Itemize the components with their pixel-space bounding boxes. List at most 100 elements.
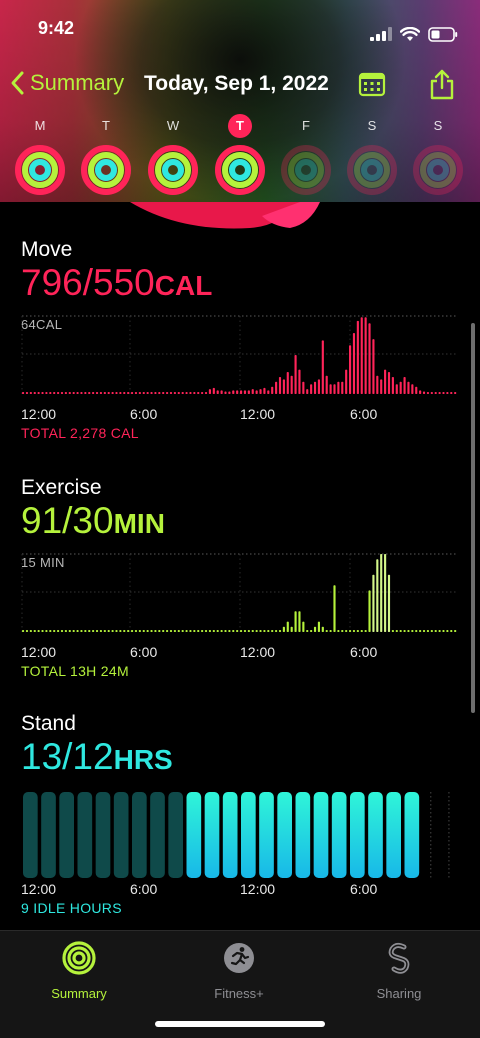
exercise-chart xyxy=(21,553,458,632)
week-day[interactable]: W xyxy=(145,114,201,196)
chart-bar xyxy=(119,392,122,394)
chart-bar xyxy=(131,392,134,394)
stand-hour-idle xyxy=(23,792,38,878)
chart-bar xyxy=(419,630,422,632)
chart-bar xyxy=(72,630,75,632)
chart-bar xyxy=(25,630,29,632)
week-day[interactable]: M xyxy=(12,114,68,196)
chart-bar xyxy=(60,392,64,394)
chart-bar xyxy=(407,381,410,394)
chart-bar xyxy=(216,390,219,394)
chart-bar xyxy=(282,379,285,395)
chart-bar xyxy=(384,369,387,395)
chart-bar xyxy=(267,390,270,394)
chart-bar xyxy=(368,323,371,394)
move-x-label: 6:00 xyxy=(130,406,158,422)
exercise-x-label: 12:00 xyxy=(240,644,276,660)
chart-bar xyxy=(80,630,83,632)
activity-rings-icon xyxy=(413,145,463,195)
chart-bar xyxy=(310,630,313,632)
week-day[interactable]: F xyxy=(278,114,334,196)
chart-bar xyxy=(333,384,336,394)
chart-bar xyxy=(99,392,102,394)
chart-bar xyxy=(216,630,219,632)
week-day[interactable]: T xyxy=(212,114,268,196)
chart-bar xyxy=(68,392,71,394)
chart-bar xyxy=(313,381,317,394)
chart-bar xyxy=(454,630,457,632)
chart-bar xyxy=(204,392,208,394)
calendar-icon xyxy=(358,72,386,97)
chart-bar xyxy=(349,630,352,632)
chart-bar xyxy=(380,554,383,632)
home-indicator[interactable] xyxy=(155,1021,325,1027)
chart-bar xyxy=(169,392,173,394)
chart-bar xyxy=(158,392,161,394)
chart-bar xyxy=(251,389,254,395)
week-day[interactable]: S xyxy=(344,114,400,196)
chart-bar xyxy=(119,630,122,632)
chart-bar xyxy=(212,630,215,632)
chart-bar xyxy=(450,630,453,632)
chart-bar xyxy=(407,630,410,632)
battery-icon xyxy=(428,26,458,42)
chart-bar xyxy=(92,630,95,632)
chart-bar xyxy=(345,369,348,395)
activity-ring-preview xyxy=(130,202,320,229)
chart-bar xyxy=(134,630,138,632)
chart-bar xyxy=(380,379,383,395)
chart-bar xyxy=(88,392,91,394)
chart-bar xyxy=(317,379,320,395)
chart-bar xyxy=(115,392,118,394)
chart-bar xyxy=(251,630,254,632)
chart-bar xyxy=(438,392,441,394)
chart-bar xyxy=(403,376,406,394)
chart-bar xyxy=(107,392,110,394)
move-x-label: 12:00 xyxy=(21,406,57,422)
stand-chart xyxy=(23,792,450,878)
chart-bar xyxy=(317,621,320,632)
chart-bar xyxy=(131,630,134,632)
chart-bar xyxy=(41,630,44,632)
chart-bar xyxy=(154,392,157,394)
chart-bar xyxy=(185,392,188,394)
share-button[interactable] xyxy=(428,68,456,105)
chart-bar xyxy=(146,392,149,394)
chart-bar xyxy=(341,630,344,632)
chart-bar xyxy=(146,630,149,632)
scrollbar[interactable] xyxy=(471,323,475,713)
chart-bar xyxy=(259,389,262,395)
chart-bar xyxy=(368,590,371,632)
chart-bar xyxy=(224,630,227,632)
chart-bar xyxy=(329,384,332,394)
back-button[interactable]: Summary xyxy=(10,70,124,96)
chart-bar xyxy=(415,386,418,394)
move-value: 796/550CAL xyxy=(21,262,212,304)
chart-bar xyxy=(154,630,157,632)
chart-bar xyxy=(302,381,305,394)
chart-bar xyxy=(263,387,266,394)
tab-fitness-plus[interactable]: Fitness+ xyxy=(179,941,299,1001)
share-icon xyxy=(430,69,454,100)
calendar-button[interactable] xyxy=(358,70,386,103)
week-day[interactable]: T xyxy=(78,114,134,196)
chart-bar xyxy=(212,387,215,394)
chart-bar xyxy=(84,630,87,632)
chart-bar xyxy=(356,320,359,395)
week-day-label: T xyxy=(228,114,252,138)
chart-bar xyxy=(45,392,48,394)
chart-bar xyxy=(243,630,247,632)
tab-sharing-label: Sharing xyxy=(376,986,422,1001)
chart-bar xyxy=(267,630,270,632)
stand-hour-bar xyxy=(404,792,420,878)
chart-bar xyxy=(422,630,426,632)
chart-bar xyxy=(57,630,60,632)
tab-summary[interactable]: Summary xyxy=(19,941,139,1001)
stand-hour-idle xyxy=(95,792,111,878)
chart-bar xyxy=(166,630,169,632)
chart-bar xyxy=(372,574,375,632)
chart-bar xyxy=(259,630,262,632)
tab-sharing[interactable]: Sharing xyxy=(339,941,459,1001)
week-day[interactable]: S xyxy=(410,114,466,196)
chart-bar xyxy=(64,630,67,632)
